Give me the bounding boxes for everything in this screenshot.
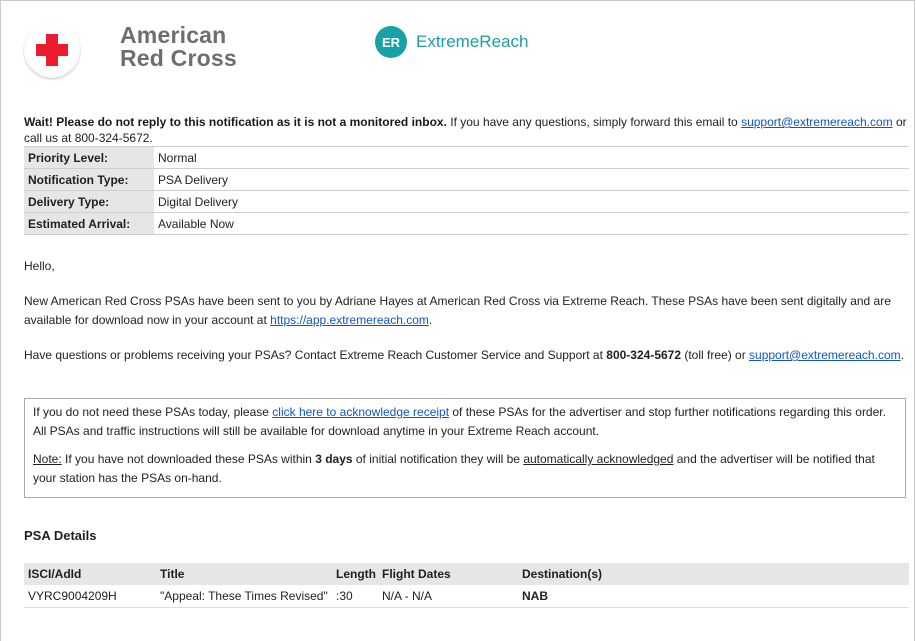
- intro-end: .: [428, 313, 433, 327]
- col-title: Title: [156, 563, 332, 585]
- support-end: .: [900, 348, 904, 362]
- note-text: If you have not downloaded these PSAs wi…: [61, 452, 316, 466]
- info-value: PSA Delivery: [154, 168, 909, 191]
- col-isci: ISCI/AdId: [24, 563, 156, 585]
- note-text-2: of initial notification they will be: [352, 452, 524, 466]
- info-value: Normal: [154, 146, 909, 169]
- notice-text: If you have any questions, simply forwar…: [446, 115, 742, 129]
- table-row: VYRC9004209H "Appeal: These Times Revise…: [24, 585, 909, 608]
- ack-text: If you do not need these PSAs today, ple…: [33, 405, 273, 419]
- er-wordmark: ExtremeReach: [416, 32, 529, 51]
- support-paragraph: Have questions or problems receiving you…: [24, 346, 909, 365]
- psa-header-row: ISCI/AdId Title Length Flight Dates Dest…: [24, 563, 909, 585]
- support-phone: 800-324-5672: [606, 348, 682, 362]
- col-flight-dates: Flight Dates: [378, 563, 518, 585]
- info-label: Delivery Type:: [24, 190, 154, 213]
- note-auto-ack: automatically acknowledged: [523, 452, 674, 466]
- er-badge-text: ER: [381, 34, 401, 50]
- psa-details-heading: PSA Details: [24, 528, 97, 543]
- red-cross-icon: [36, 34, 68, 66]
- cell-flight-dates: N/A - N/A: [378, 585, 518, 608]
- note-paragraph: Note: If you have not downloaded these P…: [33, 450, 897, 488]
- cell-length: :30: [332, 585, 378, 608]
- col-length: Length: [332, 563, 378, 585]
- notification-info-table: Priority Level: Normal Notification Type:…: [24, 146, 909, 235]
- info-label: Estimated Arrival:: [24, 212, 154, 235]
- support-email-link[interactable]: support@extremereach.com: [741, 115, 893, 129]
- support-text: Have questions or problems receiving you…: [24, 348, 607, 362]
- acknowledge-box: If you do not need these PSAs today, ple…: [24, 398, 906, 498]
- cell-title: "Appeal: These Times Revised": [156, 585, 332, 608]
- account-link[interactable]: https://app.extremereach.com: [270, 313, 429, 327]
- col-destination: Destination(s): [518, 563, 909, 585]
- info-label: Notification Type:: [24, 168, 154, 191]
- support-text-mid: (toll free) or: [681, 348, 750, 362]
- acknowledge-paragraph: If you do not need these PSAs today, ple…: [33, 403, 897, 441]
- intro-text: New American Red Cross PSAs have been se…: [24, 294, 891, 327]
- greeting: Hello,: [24, 259, 55, 273]
- note-days: 3 days: [315, 452, 353, 466]
- cell-destination: NAB: [518, 585, 909, 608]
- note-label: Note:: [33, 452, 62, 466]
- arc-wordmark: American Red Cross: [120, 24, 237, 70]
- arc-wordmark-line2: Red Cross: [120, 45, 237, 71]
- er-badge-icon: ER: [375, 26, 407, 58]
- intro-paragraph: New American Red Cross PSAs have been se…: [24, 292, 909, 330]
- info-label: Priority Level:: [24, 146, 154, 169]
- american-red-cross-logo: American Red Cross: [24, 22, 254, 82]
- info-value: Available Now: [154, 212, 909, 235]
- info-row: Priority Level: Normal: [24, 146, 909, 169]
- psa-details-table: ISCI/AdId Title Length Flight Dates Dest…: [24, 563, 909, 608]
- acknowledge-receipt-link[interactable]: click here to acknowledge receipt: [272, 405, 449, 419]
- info-row: Delivery Type: Digital Delivery: [24, 190, 909, 213]
- info-value: Digital Delivery: [154, 190, 909, 213]
- arc-wordmark-line1: American: [120, 22, 227, 48]
- info-row: Notification Type: PSA Delivery: [24, 168, 909, 191]
- info-row: Estimated Arrival: Available Now: [24, 212, 909, 235]
- support-email-link-2[interactable]: support@extremereach.com: [749, 348, 901, 362]
- cell-isci: VYRC9004209H: [24, 585, 156, 608]
- no-reply-notice: Wait! Please do not reply to this notifi…: [24, 114, 909, 146]
- notice-bold: Wait! Please do not reply to this notifi…: [24, 115, 447, 129]
